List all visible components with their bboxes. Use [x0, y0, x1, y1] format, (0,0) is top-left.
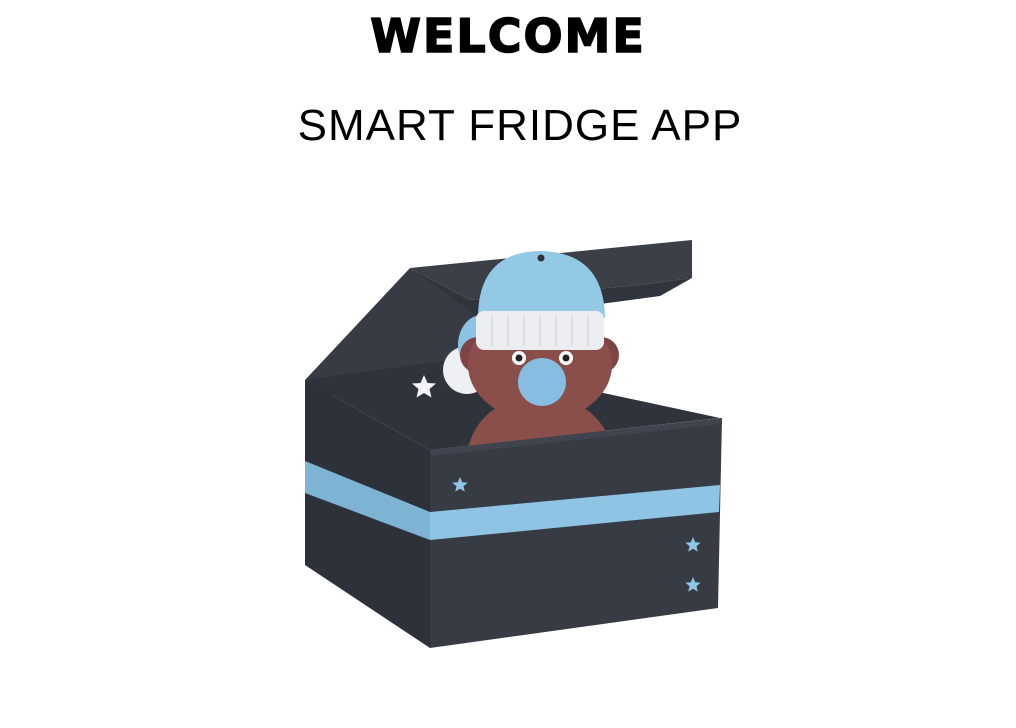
bear-snout: [518, 358, 566, 406]
gift-box-teddy-illustration: [305, 240, 722, 648]
welcome-screen: WELCOME SMART FRIDGE APP: [0, 0, 1016, 728]
